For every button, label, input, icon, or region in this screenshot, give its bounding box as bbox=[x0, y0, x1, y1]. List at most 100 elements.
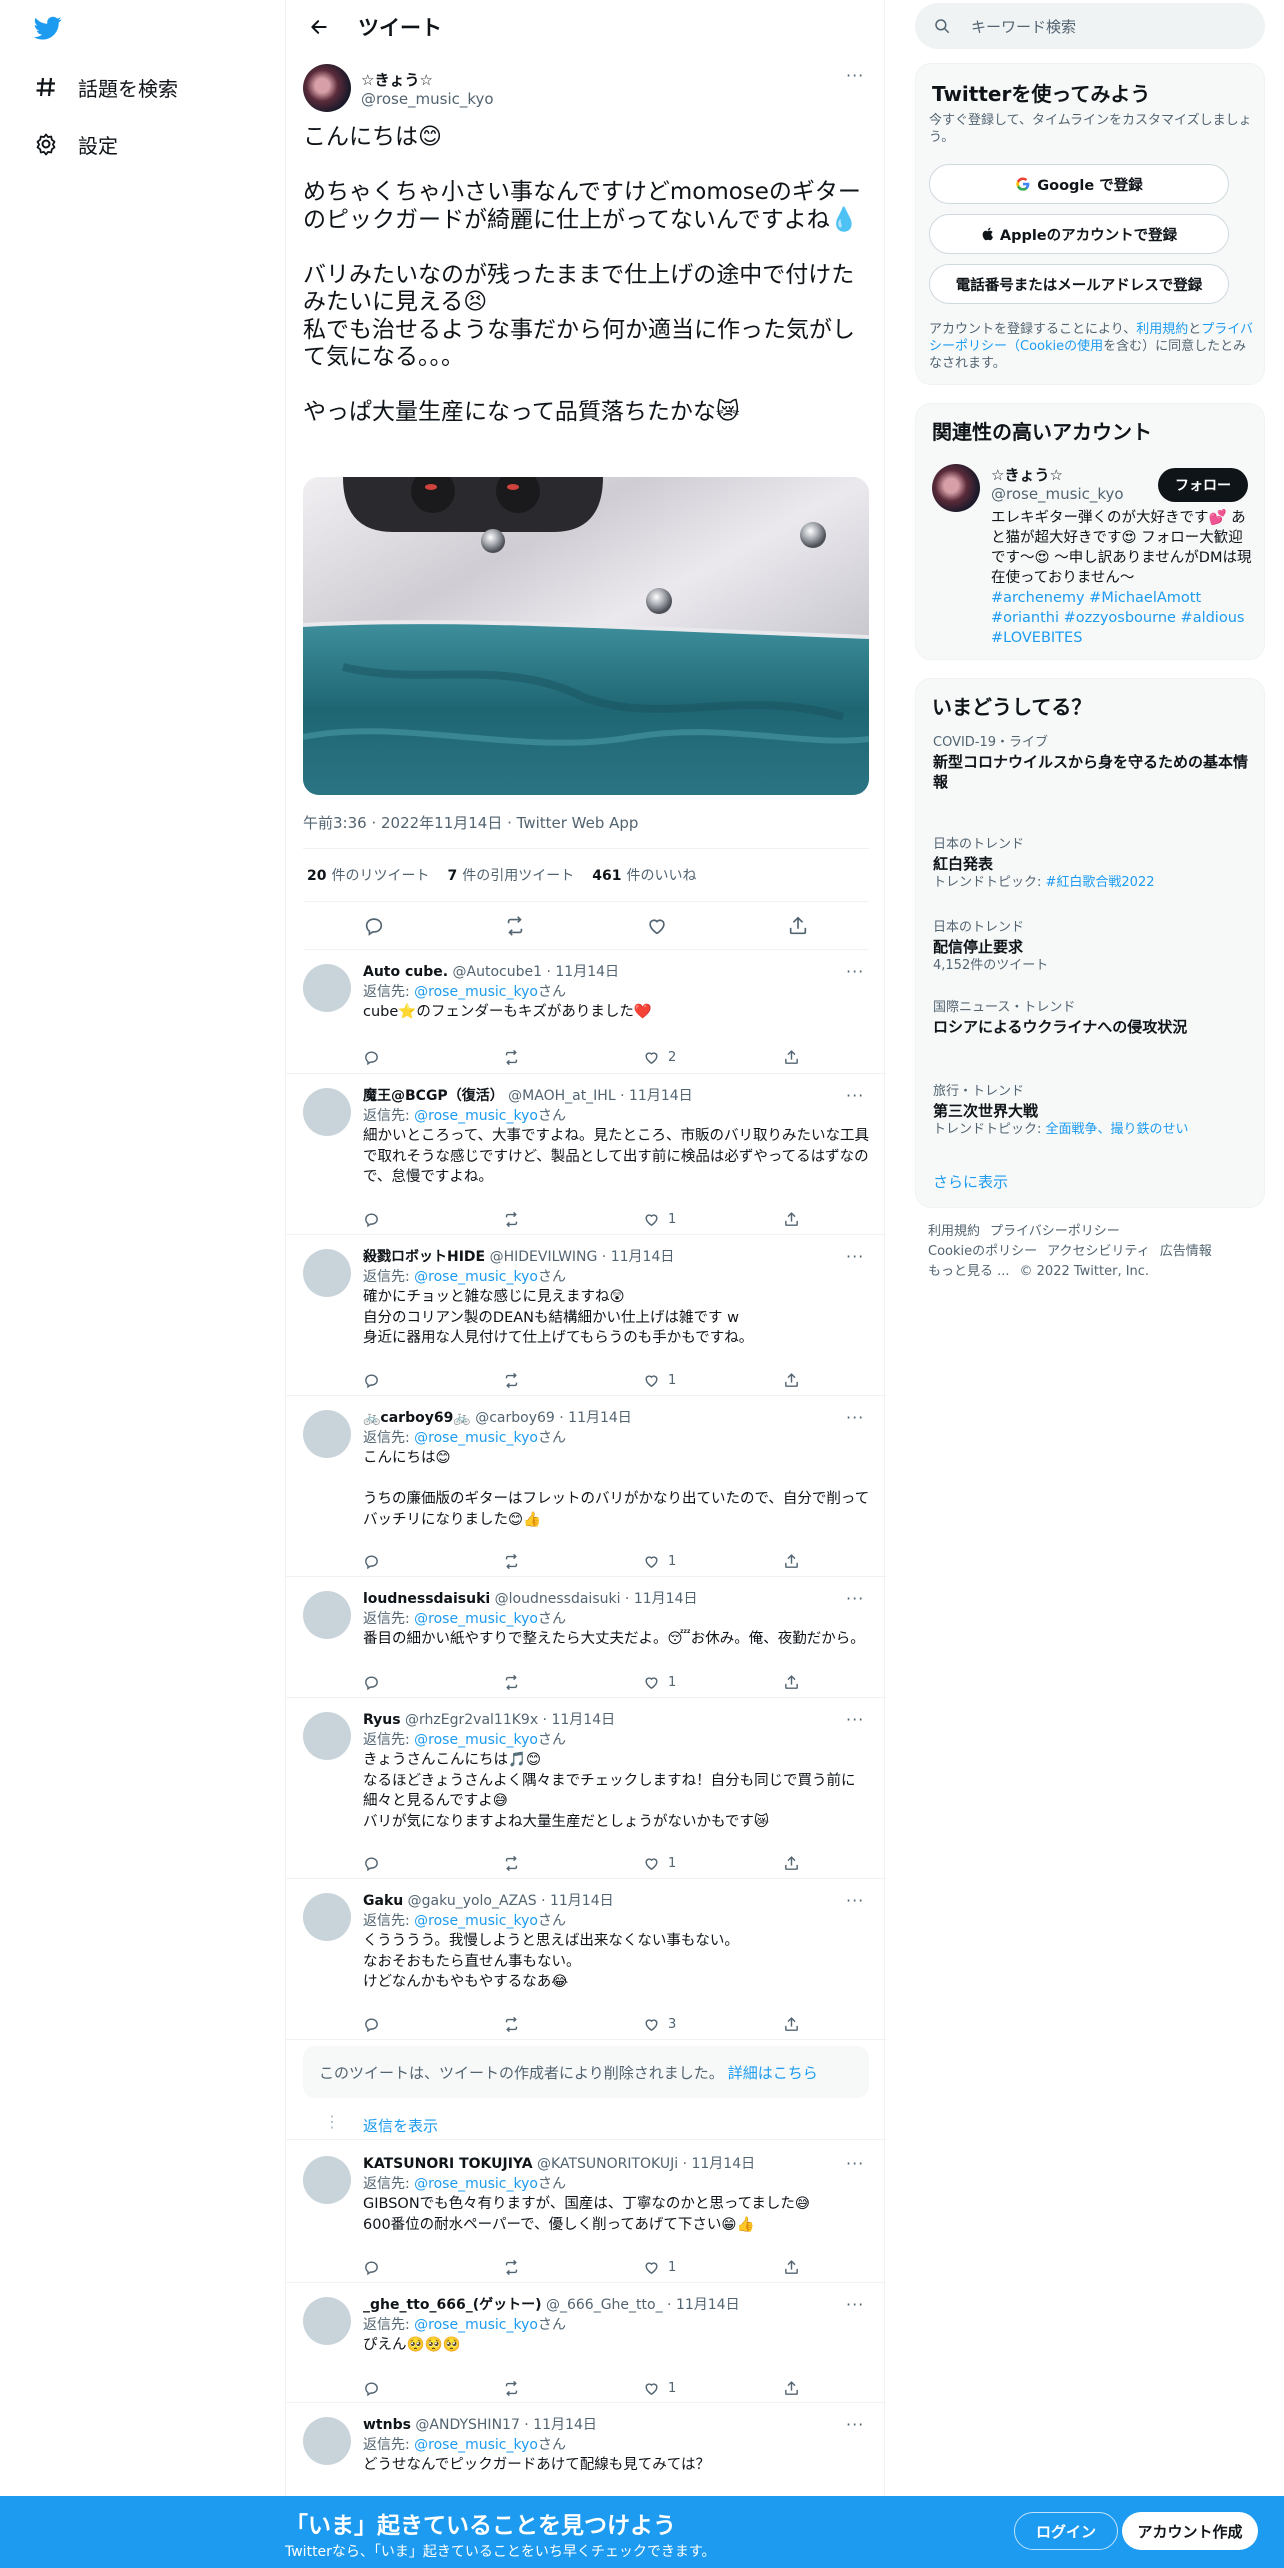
share-icon[interactable] bbox=[783, 2016, 803, 2033]
related-account-identity[interactable]: ☆きょう☆ @rose_music_kyo bbox=[991, 464, 1124, 503]
like-icon[interactable]: 1 bbox=[643, 1855, 743, 1872]
like-icon[interactable]: 2 bbox=[643, 1049, 743, 1066]
replying-to-link[interactable]: @rose_music_kyo bbox=[414, 984, 538, 1000]
avatar[interactable] bbox=[303, 1712, 351, 1760]
author-name[interactable]: ☆きょう☆ bbox=[361, 69, 494, 90]
follow-button[interactable]: フォロー bbox=[1158, 468, 1248, 502]
reply-author-name[interactable]: KATSUNORI TOKUJIYA bbox=[363, 2156, 533, 2172]
reply-icon[interactable] bbox=[363, 1553, 463, 1570]
nav-explore[interactable]: 話題を検索 bbox=[32, 67, 178, 107]
retweet-icon[interactable] bbox=[503, 1855, 603, 1872]
like-icon[interactable]: 1 bbox=[643, 1372, 743, 1389]
reply-date[interactable]: 11月14日 bbox=[533, 2417, 597, 2433]
retweet-icon[interactable] bbox=[503, 1211, 603, 1228]
reply-author-handle[interactable]: @gaku_yolo_AZAS bbox=[408, 1893, 537, 1909]
reply-author-name[interactable]: wtnbs bbox=[363, 2417, 411, 2433]
replying-to-link[interactable]: @rose_music_kyo bbox=[414, 2437, 538, 2453]
like-icon[interactable] bbox=[640, 909, 674, 943]
reply-icon[interactable] bbox=[363, 1372, 463, 1389]
avatar[interactable] bbox=[303, 2417, 351, 2465]
author-handle[interactable]: @rose_music_kyo bbox=[361, 90, 494, 108]
reply-tweet[interactable]: ··· wtnbs @ANDYSHIN17 · 11月14日 返信先: @rose_… bbox=[286, 2403, 886, 2503]
like-icon[interactable]: 1 bbox=[643, 1211, 743, 1228]
trend-item[interactable]: 日本のトレンド 紅白発表 トレンドトピック: #紅白歌合戦2022 bbox=[933, 836, 1253, 892]
footer-ads-link[interactable]: 広告情報 bbox=[1160, 1244, 1212, 1259]
share-icon[interactable] bbox=[781, 909, 815, 943]
like-icon[interactable]: 3 bbox=[643, 2016, 743, 2033]
reply-author-handle[interactable]: @_666_Ghe_tto_ bbox=[546, 2297, 663, 2313]
nav-settings[interactable]: 設定 bbox=[32, 124, 118, 164]
reply-date[interactable]: 11月14日 bbox=[629, 1088, 693, 1104]
reply-author-handle[interactable]: @KATSUNORITOKUJi bbox=[537, 2156, 678, 2172]
reply-author-handle[interactable]: @loudnessdaisuki bbox=[495, 1591, 621, 1607]
retweet-count[interactable]: 20 件のリツイート bbox=[307, 865, 429, 885]
footer-terms-link[interactable]: 利用規約 bbox=[928, 1224, 980, 1239]
trend-item[interactable]: 国際ニュース・トレンド ロシアによるウクライナへの侵攻状況 bbox=[933, 999, 1253, 1037]
reply-author-handle[interactable]: @MAOH_at_IHL bbox=[508, 1088, 615, 1104]
quote-count[interactable]: 7 件の引用ツイート bbox=[447, 865, 574, 885]
avatar[interactable] bbox=[303, 64, 351, 112]
reply-tweet[interactable]: ··· Gaku @gaku_yolo_AZAS · 11月14日 返信先: @ro… bbox=[286, 1879, 886, 2040]
twitter-bird-icon[interactable] bbox=[32, 14, 66, 44]
share-icon[interactable] bbox=[783, 1372, 803, 1389]
google-signup-button[interactable]: Google で登録 bbox=[929, 164, 1229, 204]
retweet-icon[interactable] bbox=[503, 2259, 603, 2276]
replying-to-link[interactable]: @rose_music_kyo bbox=[414, 1269, 538, 1285]
avatar[interactable] bbox=[303, 1249, 351, 1297]
retweet-icon[interactable] bbox=[503, 2016, 603, 2033]
avatar[interactable] bbox=[303, 2297, 351, 2345]
trend-topic-link[interactable]: #紅白歌合戦2022 bbox=[1046, 875, 1155, 890]
replying-to-link[interactable]: @rose_music_kyo bbox=[414, 1913, 538, 1929]
avatar[interactable] bbox=[303, 1410, 351, 1458]
retweet-icon[interactable] bbox=[503, 2380, 603, 2397]
show-replies-row[interactable]: ⋮ 返信を表示 bbox=[286, 2110, 886, 2140]
reply-date[interactable]: 11月14日 bbox=[691, 2156, 755, 2172]
reply-author-name[interactable]: Auto cube. bbox=[363, 964, 448, 980]
reply-author-name[interactable]: _ghe_tto_666_(ゲットー) bbox=[363, 2297, 542, 2313]
avatar[interactable] bbox=[303, 1893, 351, 1941]
avatar[interactable] bbox=[932, 464, 980, 512]
retweet-icon[interactable] bbox=[503, 1674, 603, 1691]
retweet-icon[interactable] bbox=[503, 1049, 603, 1066]
like-icon[interactable]: 1 bbox=[643, 1553, 743, 1570]
reply-author-name[interactable]: 魔王@BCGP（復活） bbox=[363, 1088, 504, 1104]
replying-to-link[interactable]: @rose_music_kyo bbox=[414, 1108, 538, 1124]
back-arrow-icon[interactable] bbox=[302, 10, 336, 44]
avatar[interactable] bbox=[303, 1591, 351, 1639]
reply-icon[interactable] bbox=[363, 1049, 463, 1066]
tweet-image[interactable] bbox=[303, 477, 869, 795]
reply-tweet[interactable]: ··· 魔王@BCGP（復活） @MAOH_at_IHL · 11月14日 返信先:… bbox=[286, 1074, 886, 1235]
reply-author-name[interactable]: loudnessdaisuki bbox=[363, 1591, 490, 1607]
related-account-handle[interactable]: @rose_music_kyo bbox=[991, 485, 1124, 503]
reply-icon[interactable] bbox=[363, 1674, 463, 1691]
reply-tweet[interactable]: ··· KATSUNORI TOKUJIYA @KATSUNORITOKUJi ·… bbox=[286, 2142, 886, 2283]
footer-cookie-link[interactable]: Cookieのポリシー bbox=[928, 1244, 1037, 1259]
reply-author-handle[interactable]: @ANDYSHIN17 bbox=[415, 2417, 519, 2433]
reply-icon[interactable] bbox=[363, 2259, 463, 2276]
reply-date[interactable]: 11月14日 bbox=[676, 2297, 740, 2313]
show-replies-link[interactable]: 返信を表示 bbox=[363, 2115, 438, 2136]
reply-tweet[interactable]: ··· loudnessdaisuki @loudnessdaisuki · 11… bbox=[286, 1577, 886, 1698]
trend-item[interactable]: 日本のトレンド 配信停止要求 4,152件のツイート bbox=[933, 919, 1253, 975]
reply-date[interactable]: 11月14日 bbox=[568, 1410, 632, 1426]
reply-author-handle[interactable]: @Autocube1 bbox=[453, 964, 542, 980]
retweet-icon[interactable] bbox=[498, 909, 532, 943]
reply-author-handle[interactable]: @carboy69 bbox=[475, 1410, 555, 1426]
replying-to-link[interactable]: @rose_music_kyo bbox=[414, 1611, 538, 1627]
reply-tweet[interactable]: ··· Ryus @rhzEgr2val11K9x · 11月14日 返信先: @r… bbox=[286, 1698, 886, 1879]
share-icon[interactable] bbox=[783, 1553, 803, 1570]
reply-date[interactable]: 11月14日 bbox=[551, 1712, 615, 1728]
tweet-timestamp[interactable]: 午前3:36 · 2022年11月14日 · Twitter Web App bbox=[303, 812, 638, 833]
replying-to-link[interactable]: @rose_music_kyo bbox=[414, 2317, 538, 2333]
related-account-name[interactable]: ☆きょう☆ bbox=[991, 464, 1124, 485]
reply-author-handle[interactable]: @HIDEVILWING bbox=[490, 1249, 598, 1265]
replying-to-link[interactable]: @rose_music_kyo bbox=[414, 2176, 538, 2192]
tweet-author[interactable]: ☆きょう☆ @rose_music_kyo bbox=[303, 64, 494, 112]
like-count[interactable]: 461 件のいいね bbox=[592, 865, 696, 885]
avatar[interactable] bbox=[303, 964, 351, 1012]
terms-link[interactable]: 利用規約 bbox=[1136, 322, 1188, 337]
reply-author-name[interactable]: 殺戮ロボットHIDE bbox=[363, 1249, 485, 1265]
apple-signup-button[interactable]: Appleのアカウントで登録 bbox=[929, 214, 1229, 254]
share-icon[interactable] bbox=[783, 2380, 803, 2397]
share-icon[interactable] bbox=[783, 1674, 803, 1691]
